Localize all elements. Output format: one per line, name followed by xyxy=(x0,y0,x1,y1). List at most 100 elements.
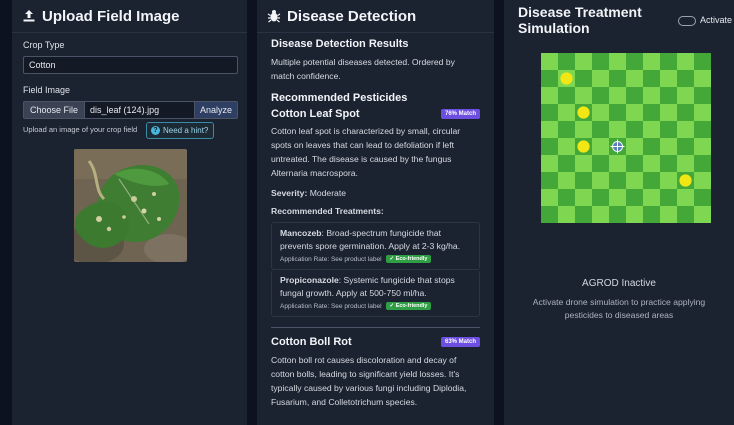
field-cell[interactable] xyxy=(660,104,677,121)
field-cell[interactable] xyxy=(609,155,626,172)
field-cell[interactable] xyxy=(541,138,558,155)
field-cell[interactable] xyxy=(541,155,558,172)
field-cell[interactable] xyxy=(694,104,711,121)
field-cell[interactable] xyxy=(626,87,643,104)
field-cell[interactable] xyxy=(609,53,626,70)
field-cell[interactable] xyxy=(694,206,711,223)
field-grid[interactable] xyxy=(541,53,711,223)
hint-button[interactable]: ? Need a hint? xyxy=(146,122,215,139)
field-cell[interactable] xyxy=(592,121,609,138)
field-cell[interactable] xyxy=(558,104,575,121)
field-cell[interactable] xyxy=(558,206,575,223)
field-cell[interactable] xyxy=(677,87,694,104)
field-cell[interactable] xyxy=(558,87,575,104)
field-cell[interactable] xyxy=(677,138,694,155)
field-cell[interactable] xyxy=(541,206,558,223)
field-cell[interactable] xyxy=(694,87,711,104)
diseased-spot[interactable] xyxy=(560,72,573,85)
field-cell[interactable] xyxy=(660,189,677,206)
field-cell[interactable] xyxy=(626,121,643,138)
field-cell[interactable] xyxy=(643,53,660,70)
field-cell[interactable] xyxy=(677,70,694,87)
field-cell[interactable] xyxy=(558,155,575,172)
diseased-spot[interactable] xyxy=(577,106,590,119)
field-cell[interactable] xyxy=(592,206,609,223)
field-cell[interactable] xyxy=(541,172,558,189)
choose-file-button[interactable]: Choose File xyxy=(24,102,86,118)
field-cell[interactable] xyxy=(592,53,609,70)
field-cell[interactable] xyxy=(592,104,609,121)
field-cell[interactable] xyxy=(643,172,660,189)
field-cell[interactable] xyxy=(643,121,660,138)
field-cell[interactable] xyxy=(660,70,677,87)
field-cell[interactable] xyxy=(575,189,592,206)
field-cell[interactable] xyxy=(643,104,660,121)
field-cell[interactable] xyxy=(541,104,558,121)
field-cell[interactable] xyxy=(643,70,660,87)
field-cell[interactable] xyxy=(575,155,592,172)
field-cell[interactable] xyxy=(626,138,643,155)
field-cell[interactable] xyxy=(660,172,677,189)
field-cell[interactable] xyxy=(643,155,660,172)
field-cell[interactable] xyxy=(558,121,575,138)
field-cell[interactable] xyxy=(694,138,711,155)
field-cell[interactable] xyxy=(575,206,592,223)
field-cell[interactable] xyxy=(575,121,592,138)
field-cell[interactable] xyxy=(626,104,643,121)
field-cell[interactable] xyxy=(643,189,660,206)
field-cell[interactable] xyxy=(609,70,626,87)
field-cell[interactable] xyxy=(694,121,711,138)
field-cell[interactable] xyxy=(660,87,677,104)
field-cell[interactable] xyxy=(609,206,626,223)
field-cell[interactable] xyxy=(694,189,711,206)
field-cell[interactable] xyxy=(592,138,609,155)
analyze-button[interactable]: Analyze xyxy=(193,102,237,118)
field-cell[interactable] xyxy=(609,104,626,121)
field-cell[interactable] xyxy=(609,189,626,206)
field-cell[interactable] xyxy=(592,189,609,206)
field-cell[interactable] xyxy=(660,53,677,70)
field-cell[interactable] xyxy=(677,155,694,172)
field-cell[interactable] xyxy=(660,121,677,138)
field-cell[interactable] xyxy=(694,53,711,70)
field-cell[interactable] xyxy=(541,121,558,138)
field-cell[interactable] xyxy=(592,87,609,104)
field-cell[interactable] xyxy=(660,138,677,155)
field-cell[interactable] xyxy=(592,172,609,189)
field-cell[interactable] xyxy=(558,53,575,70)
field-cell[interactable] xyxy=(541,70,558,87)
field-cell[interactable] xyxy=(677,121,694,138)
field-cell[interactable] xyxy=(626,189,643,206)
field-cell[interactable] xyxy=(592,155,609,172)
field-cell[interactable] xyxy=(626,53,643,70)
field-cell[interactable] xyxy=(558,138,575,155)
diseased-spot[interactable] xyxy=(577,140,590,153)
field-cell[interactable] xyxy=(643,87,660,104)
field-cell[interactable] xyxy=(694,155,711,172)
field-cell[interactable] xyxy=(677,206,694,223)
field-cell[interactable] xyxy=(558,189,575,206)
field-cell[interactable] xyxy=(575,53,592,70)
field-cell[interactable] xyxy=(592,70,609,87)
field-cell[interactable] xyxy=(626,206,643,223)
field-cell[interactable] xyxy=(694,70,711,87)
field-cell[interactable] xyxy=(575,87,592,104)
detection-content[interactable]: Disease Detection Results Multiple poten… xyxy=(257,33,494,425)
field-cell[interactable] xyxy=(677,189,694,206)
field-cell[interactable] xyxy=(677,104,694,121)
field-cell[interactable] xyxy=(626,172,643,189)
field-cell[interactable] xyxy=(660,155,677,172)
field-cell[interactable] xyxy=(575,70,592,87)
field-cell[interactable] xyxy=(541,53,558,70)
field-cell[interactable] xyxy=(660,206,677,223)
diseased-spot[interactable] xyxy=(679,174,692,187)
crop-type-input[interactable]: Cotton xyxy=(23,56,238,74)
field-cell[interactable] xyxy=(694,172,711,189)
field-cell[interactable] xyxy=(626,155,643,172)
field-cell[interactable] xyxy=(677,53,694,70)
field-cell[interactable] xyxy=(609,87,626,104)
field-cell[interactable] xyxy=(609,172,626,189)
field-cell[interactable] xyxy=(541,189,558,206)
field-cell[interactable] xyxy=(541,87,558,104)
field-cell[interactable] xyxy=(626,70,643,87)
